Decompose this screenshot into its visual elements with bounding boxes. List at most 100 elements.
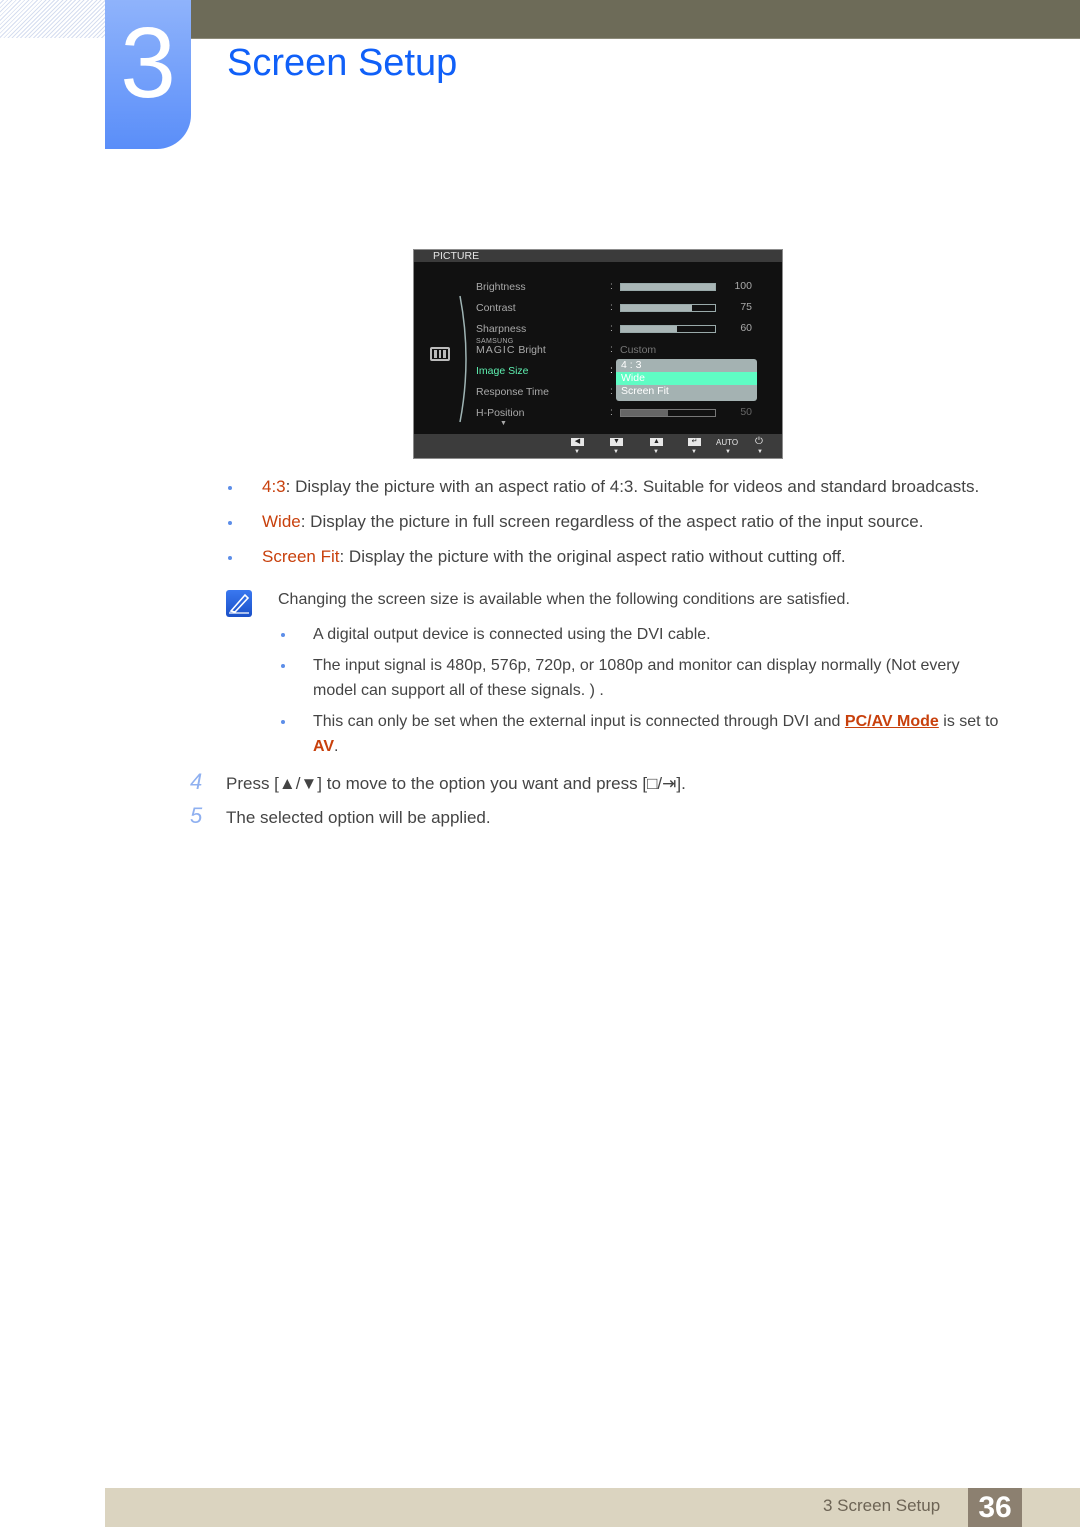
enter-button-icon: ↵ (688, 438, 701, 446)
condition-text: is set to (938, 713, 999, 730)
note-text: Changing the screen size is available wh… (278, 591, 850, 608)
step-4: 4 Press [▲/▼] to move to the option you w… (190, 771, 686, 795)
step-5: 5 The selected option will be applied. (190, 805, 491, 829)
step-text: Press [ (226, 774, 279, 793)
option-term: Wide (262, 512, 301, 531)
osd-colon: : (610, 301, 613, 313)
auto-button-label: AUTO (716, 438, 739, 447)
sharpness-value: 60 (740, 322, 752, 334)
sharpness-bar (620, 325, 716, 333)
osd-row-h-position: H-Position (476, 406, 524, 420)
bullet-icon (281, 720, 285, 724)
step-number: 5 (190, 803, 203, 828)
contrast-value: 75 (740, 301, 752, 313)
step-number: 4 (190, 769, 203, 794)
osd-colon: : (610, 364, 613, 376)
indicator-arrow-icon: ▼ (613, 449, 619, 455)
chapter-tab: 3 (105, 0, 191, 149)
indicator-arrow-icon: ▼ (757, 449, 763, 455)
bullet-icon (228, 521, 232, 525)
bullet-icon (228, 486, 232, 490)
indicator-arrow-icon: ▼ (725, 449, 731, 455)
up-button-icon: ▲ (650, 438, 663, 446)
step-text: ]. (676, 774, 686, 793)
osd-row-sharpness: Sharpness (476, 322, 526, 336)
list-item: Wide: Display the picture in full screen… (228, 511, 1028, 546)
page-footer: 3 Screen Setup 36 (105, 1488, 1080, 1527)
contrast-bar (620, 304, 716, 312)
picture-menu-icon (430, 347, 450, 361)
osd-label: H-Position (476, 407, 525, 419)
dropdown-option-screen-fit: Screen Fit (621, 385, 669, 397)
osd-label: Response Time (476, 386, 549, 398)
scroll-down-indicator: ▼ (500, 420, 507, 427)
pc-av-mode-link[interactable]: PC/AV Mode (845, 713, 939, 730)
brightness-value: 100 (734, 280, 752, 292)
step-text: ] to move to the option you want and pre… (317, 774, 648, 793)
h-position-value: 50 (740, 406, 752, 418)
osd-header-label: PICTURE (433, 250, 480, 262)
osd-label: Contrast (476, 302, 516, 314)
footer-chapter-label: 3 Screen Setup (823, 1496, 941, 1515)
list-item: A digital output device is connected usi… (281, 622, 1001, 647)
dropdown-option-4-3: 4 : 3 (621, 359, 642, 371)
bullet-icon (281, 664, 285, 668)
header-bar (190, 0, 1080, 39)
av-value: AV (313, 738, 335, 755)
osd-menu-screenshot: PICTURE Brightness Contrast Sharpness SA… (413, 249, 783, 459)
osd-colon: : (610, 385, 613, 397)
indicator-arrow-icon: ▼ (574, 449, 580, 455)
osd-row-brightness: Brightness (476, 280, 526, 294)
osd-colon: : (610, 406, 613, 418)
conditions-list: A digital output device is connected usi… (281, 622, 1001, 765)
list-item: Screen Fit: Display the picture with the… (228, 546, 1028, 581)
enter-source-keys-icon: □/⇥ (647, 774, 677, 793)
osd-colon: : (610, 343, 613, 355)
condition-text: . (334, 738, 339, 755)
h-position-bar (620, 409, 716, 417)
bullet-icon (228, 556, 232, 560)
note-pencil-icon (226, 590, 252, 617)
list-item: This can only be set when the external i… (281, 709, 1001, 759)
chapter-title: Screen Setup (227, 42, 458, 84)
list-item: 4:3: Display the picture with an aspect … (228, 476, 1028, 511)
power-button-icon: ⏻ (755, 436, 763, 447)
condition-text: The input signal is 480p, 576p, 720p, or… (313, 657, 960, 699)
list-item: The input signal is 480p, 576p, 720p, or… (281, 653, 1001, 703)
down-button-icon: ▼ (610, 438, 623, 446)
option-term: Screen Fit (262, 547, 340, 566)
osd-button-bar: ◀ ▼ ▲ ↵ AUTO ⏻ ▼ ▼ ▼ ▼ ▼ ▼ (414, 434, 782, 458)
osd-label: Bright (518, 344, 546, 356)
osd-row-contrast: Contrast (476, 301, 516, 315)
osd-colon: : (610, 322, 613, 334)
indicator-arrow-icon: ▼ (691, 449, 697, 455)
indicator-arrow-icon: ▼ (653, 449, 659, 455)
condition-text: This can only be set when the external i… (313, 713, 845, 730)
decorative-hatch (0, 0, 105, 38)
image-size-options-list: 4:3: Display the picture with an aspect … (228, 476, 1028, 581)
magic-bright-value: Custom (620, 344, 657, 356)
option-description: : Display the picture with the original … (339, 547, 846, 566)
osd-label: Brightness (476, 281, 526, 293)
osd-header: PICTURE (414, 250, 782, 262)
bullet-icon (281, 633, 285, 637)
brightness-bar (620, 283, 716, 291)
osd-colon: : (610, 280, 613, 292)
step-text: The selected option will be applied. (226, 808, 491, 827)
osd-label: Sharpness (476, 323, 527, 335)
option-description: : Display the picture in full screen reg… (300, 512, 924, 531)
option-term: 4:3 (262, 477, 286, 496)
up-down-keys-icon: ▲/▼ (278, 774, 318, 793)
image-size-dropdown: 4 : 3 Wide Screen Fit (616, 359, 757, 401)
chapter-number: 3 (120, 7, 176, 119)
magic-label: MAGIC (476, 344, 516, 356)
osd-row-magic-bright: SAMSUNG MAGIC Bright (476, 338, 546, 355)
option-description: : Display the picture with an aspect rat… (285, 477, 980, 496)
left-button-icon: ◀ (571, 438, 584, 446)
osd-row-image-size: Image Size (476, 364, 529, 378)
osd-label: Image Size (476, 365, 529, 377)
osd-row-response-time: Response Time (476, 385, 549, 399)
page-number: 36 (968, 1488, 1022, 1527)
condition-text: A digital output device is connected usi… (313, 626, 711, 643)
dropdown-option-wide: Wide (616, 372, 757, 385)
